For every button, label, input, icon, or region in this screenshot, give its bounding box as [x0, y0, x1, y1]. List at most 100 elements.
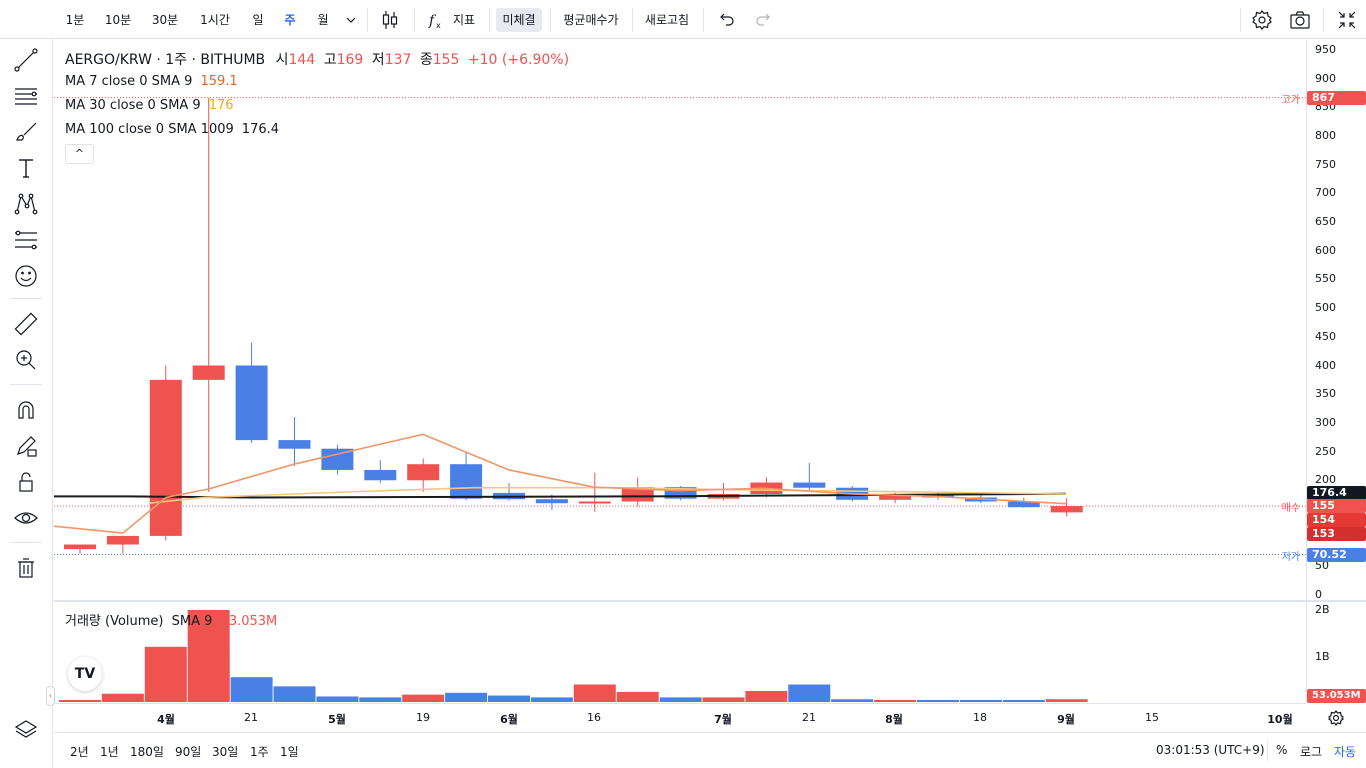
collapse-legend-button[interactable]: ^	[65, 144, 94, 164]
ma30-legend[interactable]: MA 30 close 0 SMA 9 176	[65, 98, 234, 113]
range-1w[interactable]: 1주	[250, 743, 269, 760]
open-value: 144	[288, 52, 316, 68]
bottom-divider	[1267, 741, 1268, 761]
undo-icon[interactable]	[714, 8, 738, 32]
trash-icon[interactable]	[12, 554, 40, 582]
volume-bar	[273, 686, 316, 702]
range-180d[interactable]: 180일	[130, 743, 164, 760]
bottom-bar: 2년 1년 180일 90일 30일 1주 1일 03:01:53 (UTC+9…	[54, 732, 1366, 768]
volume-bar	[402, 694, 445, 702]
price-tick-label: 700	[1315, 186, 1336, 200]
high-price-badge: 867	[1307, 90, 1366, 105]
interval-day[interactable]: 일	[248, 8, 268, 32]
interval-month[interactable]: 월	[313, 8, 333, 32]
candles-icon[interactable]	[378, 8, 402, 32]
zoom-in-icon[interactable]	[12, 346, 40, 374]
candle-body	[192, 365, 225, 380]
volume-bar	[101, 693, 144, 702]
tradingview-logo[interactable]: TV	[68, 657, 102, 691]
price-tick-label: 350	[1315, 387, 1336, 401]
function-icon[interactable]: fx	[424, 8, 448, 32]
time-tick-label: 7월	[714, 713, 732, 726]
brush-icon[interactable]	[12, 118, 40, 146]
price-tick-label: 650	[1315, 215, 1336, 229]
low-note: 저가	[1281, 551, 1300, 563]
close-label: 종	[419, 52, 433, 68]
ma7-legend[interactable]: MA 7 close 0 SMA 9 159.1	[65, 74, 238, 89]
interval-1m[interactable]: 1분	[62, 8, 88, 32]
price-tick-label: 750	[1315, 157, 1336, 171]
refresh-button[interactable]: 새로고침	[640, 8, 694, 32]
change-value: +10 (+6.90%)	[467, 52, 570, 68]
auto-toggle[interactable]: 자동	[1334, 743, 1356, 760]
interval-1h[interactable]: 1시간	[196, 8, 234, 32]
interval-10m[interactable]: 10분	[102, 8, 134, 32]
minimize-icon[interactable]	[1335, 8, 1359, 32]
price-axis[interactable]: 950 900 850 800 750 700 650 600 550 500 450 400 350 3…	[1306, 40, 1366, 703]
symbol-title: AERGO/KRW · 1주 · BITHUMB	[65, 52, 266, 68]
log-toggle[interactable]: 로그	[1300, 743, 1322, 760]
redo-icon[interactable]	[752, 8, 776, 32]
volume-bar	[874, 700, 917, 702]
range-90d[interactable]: 90일	[175, 743, 201, 760]
interval-30m[interactable]: 30분	[148, 8, 182, 32]
price-tick-label: 900	[1315, 71, 1336, 85]
drawing-toolbar	[0, 0, 53, 768]
avg-buy-price-button[interactable]: 평균매수가	[558, 8, 624, 32]
time-tick-label: 10월	[1267, 713, 1293, 726]
candle-body	[450, 464, 483, 499]
layers-icon[interactable]	[12, 716, 40, 744]
ruler-icon[interactable]	[12, 310, 40, 338]
clock[interactable]: 03:01:53 (UTC+9)	[1156, 743, 1265, 757]
range-2y[interactable]: 2년	[70, 743, 89, 760]
pencil-lock-icon[interactable]	[12, 432, 40, 460]
horizontal-lines-icon[interactable]	[12, 82, 40, 110]
text-tool-icon[interactable]	[12, 154, 40, 182]
ma30-value: 176	[208, 98, 234, 113]
time-tick-label: 16	[587, 711, 601, 724]
trend-line-icon[interactable]	[12, 46, 40, 74]
magnet-icon[interactable]	[12, 396, 40, 424]
volume-bar	[788, 684, 831, 702]
camera-icon[interactable]	[1288, 8, 1312, 32]
high-note: 고가	[1281, 94, 1300, 106]
buy-price-badge: 155	[1307, 499, 1366, 514]
toolbar-divider	[1323, 8, 1324, 32]
pattern-icon[interactable]	[12, 190, 40, 218]
range-1d[interactable]: 1일	[280, 743, 299, 760]
eye-icon[interactable]	[12, 504, 40, 532]
ma7-line	[53, 433, 1067, 534]
ma100-badge: 176.4	[1307, 485, 1366, 500]
price-tick-label: 400	[1315, 358, 1336, 372]
lock-icon[interactable]	[12, 468, 40, 496]
top-toolbar: 1분 10분 30분 1시간 일 주 월 fx 지표 미체결 평균매수가 새로고…	[0, 0, 1366, 39]
fib-icon[interactable]	[12, 226, 40, 254]
range-1y[interactable]: 1년	[100, 743, 119, 760]
volume-bar	[316, 696, 359, 702]
settings-gear-icon[interactable]	[1250, 8, 1274, 32]
time-tick-label: 8월	[885, 713, 903, 726]
low-price-badge: 70.52	[1307, 547, 1366, 562]
toolbar-divider	[10, 542, 42, 543]
volume-bar	[1002, 700, 1045, 702]
axis-settings-icon[interactable]	[1326, 708, 1346, 728]
indicators-button[interactable]: 지표	[450, 8, 478, 32]
volume-value: 53.053M	[220, 614, 278, 629]
volume-sma-label: SMA 9	[171, 614, 213, 629]
chevron-down-icon[interactable]	[339, 8, 363, 32]
price-tick-label: 500	[1315, 301, 1336, 315]
price-pane[interactable]: AERGO/KRW · 1주 · BITHUMB 시144 고169 저137 …	[53, 40, 1306, 600]
volume-pane[interactable]: 거래량 (Volume) SMA 9 53.053M TV	[54, 602, 1306, 703]
interval-week[interactable]: 주	[280, 8, 300, 32]
price-tick-label: 600	[1315, 243, 1336, 257]
emoji-icon[interactable]	[12, 262, 40, 290]
ma100-legend[interactable]: MA 100 close 0 SMA 1009 176.4	[65, 122, 279, 137]
volume-bar	[59, 700, 101, 702]
time-axis[interactable]: 4월 21 5월 19 6월 16 7월 21 8월 18 9월 15 10월	[54, 703, 1344, 731]
volume-bar	[702, 697, 745, 702]
pending-orders-button[interactable]: 미체결	[496, 8, 542, 32]
toolbar-divider	[10, 298, 42, 299]
percent-toggle[interactable]: %	[1276, 743, 1287, 757]
ma30-label: MA 30 close 0 SMA 9	[65, 98, 201, 113]
range-30d[interactable]: 30일	[212, 743, 238, 760]
